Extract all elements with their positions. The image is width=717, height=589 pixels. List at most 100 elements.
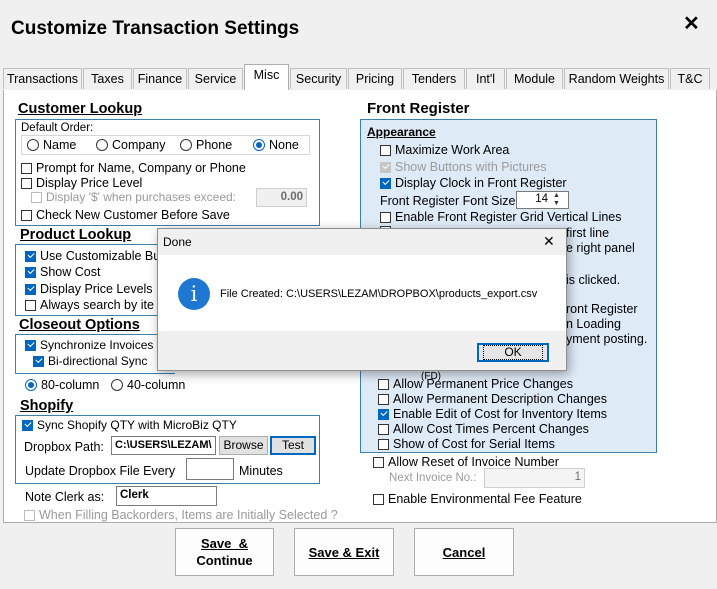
radio-phone-label: Phone (196, 138, 233, 152)
dropbox-path-input[interactable]: C:\USERS\LEZAM\ (111, 436, 216, 455)
grid-lines-checkbox[interactable]: Enable Front Register Grid Vertical Line… (380, 210, 622, 224)
display-clock-checkbox[interactable]: Display Clock in Front Register (380, 176, 567, 190)
env-fee-checkbox[interactable]: Enable Environmental Fee Feature (373, 492, 582, 506)
browse-button[interactable]: Browse (219, 436, 268, 455)
show-cost-serial-checkbox[interactable]: Show of Cost for Serial Items (378, 437, 555, 451)
radio-phone[interactable]: Phone (180, 138, 232, 152)
show-cost-checkbox[interactable]: Show Cost (25, 265, 100, 279)
edit-cost-checkbox[interactable]: Enable Edit of Cost for Inventory Items (378, 407, 607, 421)
grid-lines-label: Enable Front Register Grid Vertical Line… (395, 210, 622, 224)
checkbox-icon (21, 177, 32, 189)
checkbox-icon (21, 162, 32, 174)
save-continue-button[interactable]: Save & Continue (175, 528, 274, 576)
closeout-options-title: Closeout Options (19, 317, 140, 333)
is-clicked-label: is clicked. (566, 273, 621, 287)
tab-finance[interactable]: Finance (133, 68, 187, 89)
minutes-label: Minutes (239, 464, 283, 478)
show-buttons-label: Show Buttons with Pictures (395, 160, 547, 174)
next-invoice-input[interactable]: 1 (484, 468, 585, 488)
col80-label: 80-column (41, 378, 100, 392)
radio-none[interactable]: None (253, 138, 299, 152)
dialog-message: File Created: C:\USERS\LEZAM\DROPBOX\pro… (220, 288, 538, 300)
tab-tc[interactable]: T&C (670, 68, 710, 89)
reset-invoice-checkbox[interactable]: Allow Reset of Invoice Number (373, 455, 559, 469)
reset-invoice-label: Allow Reset of Invoice Number (388, 455, 559, 469)
window-title: Customize Transaction Settings (11, 18, 300, 39)
check-new-customer-checkbox[interactable]: Check New Customer Before Save (21, 208, 230, 222)
env-fee-label: Enable Environmental Fee Feature (388, 492, 582, 506)
next-invoice-label: Next Invoice No.: (389, 472, 477, 484)
cost-times-checkbox[interactable]: Allow Cost Times Percent Changes (378, 422, 589, 436)
payment-posting-label: yment posting. (566, 332, 648, 346)
display-price-levels-checkbox[interactable]: Display Price Levels (25, 282, 153, 296)
tab-service[interactable]: Service (188, 68, 243, 89)
checkbox-icon (380, 211, 391, 223)
radio-icon (96, 139, 108, 151)
checkbox-icon (25, 339, 36, 351)
perm-price-checkbox[interactable]: Allow Permanent Price Changes (378, 377, 573, 391)
display-price-level-checkbox[interactable]: Display Price Level (21, 176, 142, 190)
backorder-checkbox[interactable]: When Filling Backorders, Items are Initi… (24, 508, 338, 522)
note-clerk-label: Note Clerk as: (25, 490, 105, 504)
note-clerk-input[interactable]: Clerk (116, 486, 217, 506)
prompt-label: Prompt for Name, Company or Phone (36, 161, 246, 175)
dropbox-path-label: Dropbox Path: (24, 440, 104, 454)
perm-price-label: Allow Permanent Price Changes (393, 377, 573, 391)
ok-button[interactable]: OK (477, 343, 549, 362)
display-price-levels-label: Display Price Levels (40, 282, 153, 296)
tab-tenders[interactable]: Tenders (403, 68, 465, 89)
tab-misc[interactable]: Misc (244, 64, 289, 90)
bidirectional-sync-label: Bi-directional Sync (48, 354, 148, 368)
radio-none-label: None (269, 138, 299, 152)
first-line-label: first line (566, 226, 610, 240)
radio-40-column[interactable]: 40-column (111, 378, 185, 392)
ok-label: OK (483, 345, 543, 360)
update-dropbox-label: Update Dropbox File Every (25, 464, 176, 478)
cancel-button[interactable]: Cancel (414, 528, 514, 576)
sync-shopify-label: Sync Shopify QTY with MicroBiz QTY (37, 418, 237, 432)
save-exit-button[interactable]: Save & Exit (294, 528, 394, 576)
perm-desc-checkbox[interactable]: Allow Permanent Description Changes (378, 392, 607, 406)
sync-shopify-checkbox[interactable]: Sync Shopify QTY with MicroBiz QTY (22, 418, 237, 432)
tab-module[interactable]: Module (506, 68, 563, 89)
bidirectional-sync-checkbox[interactable]: Bi-directional Sync (33, 354, 147, 368)
perm-desc-label: Allow Permanent Description Changes (393, 392, 607, 406)
use-customizable-checkbox[interactable]: Use Customizable Bu (25, 249, 160, 263)
radio-company[interactable]: Company (96, 138, 166, 152)
close-icon[interactable]: ✕ (683, 11, 700, 36)
prompt-checkbox[interactable]: Prompt for Name, Company or Phone (21, 161, 246, 175)
dialog-title: Done (163, 235, 192, 249)
radio-icon (111, 379, 123, 391)
radio-name[interactable]: Name (27, 138, 76, 152)
spinner-arrows-icon[interactable]: ▲ ▼ (553, 192, 560, 208)
checkbox-icon (24, 509, 35, 521)
tab-pricing[interactable]: Pricing (348, 68, 402, 89)
cost-times-label: Allow Cost Times Percent Changes (393, 422, 589, 436)
checkbox-icon (380, 161, 391, 173)
update-interval-input[interactable] (186, 458, 234, 480)
always-search-checkbox[interactable]: Always search by ite (25, 298, 154, 312)
done-dialog: Done ✕ i File Created: C:\USERS\LEZAM\DR… (157, 228, 567, 371)
tab-bar: Transactions Taxes Finance Service Misc … (3, 64, 716, 91)
tab-taxes[interactable]: Taxes (83, 68, 132, 89)
maximize-checkbox[interactable]: Maximize Work Area (380, 143, 509, 157)
tab-security[interactable]: Security (290, 68, 347, 89)
checkbox-icon (21, 209, 32, 221)
tab-transactions[interactable]: Transactions (3, 68, 82, 89)
tab-random-weights[interactable]: Random Weights (564, 68, 669, 89)
default-order-label: Default Order: (21, 122, 94, 134)
dollar-threshold-input[interactable]: 0.00 (256, 188, 307, 207)
always-search-label: Always search by ite (40, 298, 154, 312)
display-dollar-checkbox[interactable]: Display '$' when purchases exceed: (31, 190, 236, 204)
dialog-close-icon[interactable]: ✕ (543, 233, 555, 250)
font-size-spinner[interactable]: 14 (516, 191, 569, 209)
checkbox-icon (378, 408, 389, 420)
customer-lookup-title: Customer Lookup (18, 101, 143, 117)
radio-name-label: Name (43, 138, 77, 152)
save-continue-line2: Continue (196, 553, 253, 568)
sync-invoices-checkbox[interactable]: Synchronize Invoices B (25, 338, 165, 352)
show-buttons-checkbox[interactable]: Show Buttons with Pictures (380, 160, 546, 174)
radio-80-column[interactable]: 80-column (25, 378, 99, 392)
test-button[interactable]: Test (270, 436, 316, 455)
tab-intl[interactable]: Int'l (466, 68, 505, 89)
